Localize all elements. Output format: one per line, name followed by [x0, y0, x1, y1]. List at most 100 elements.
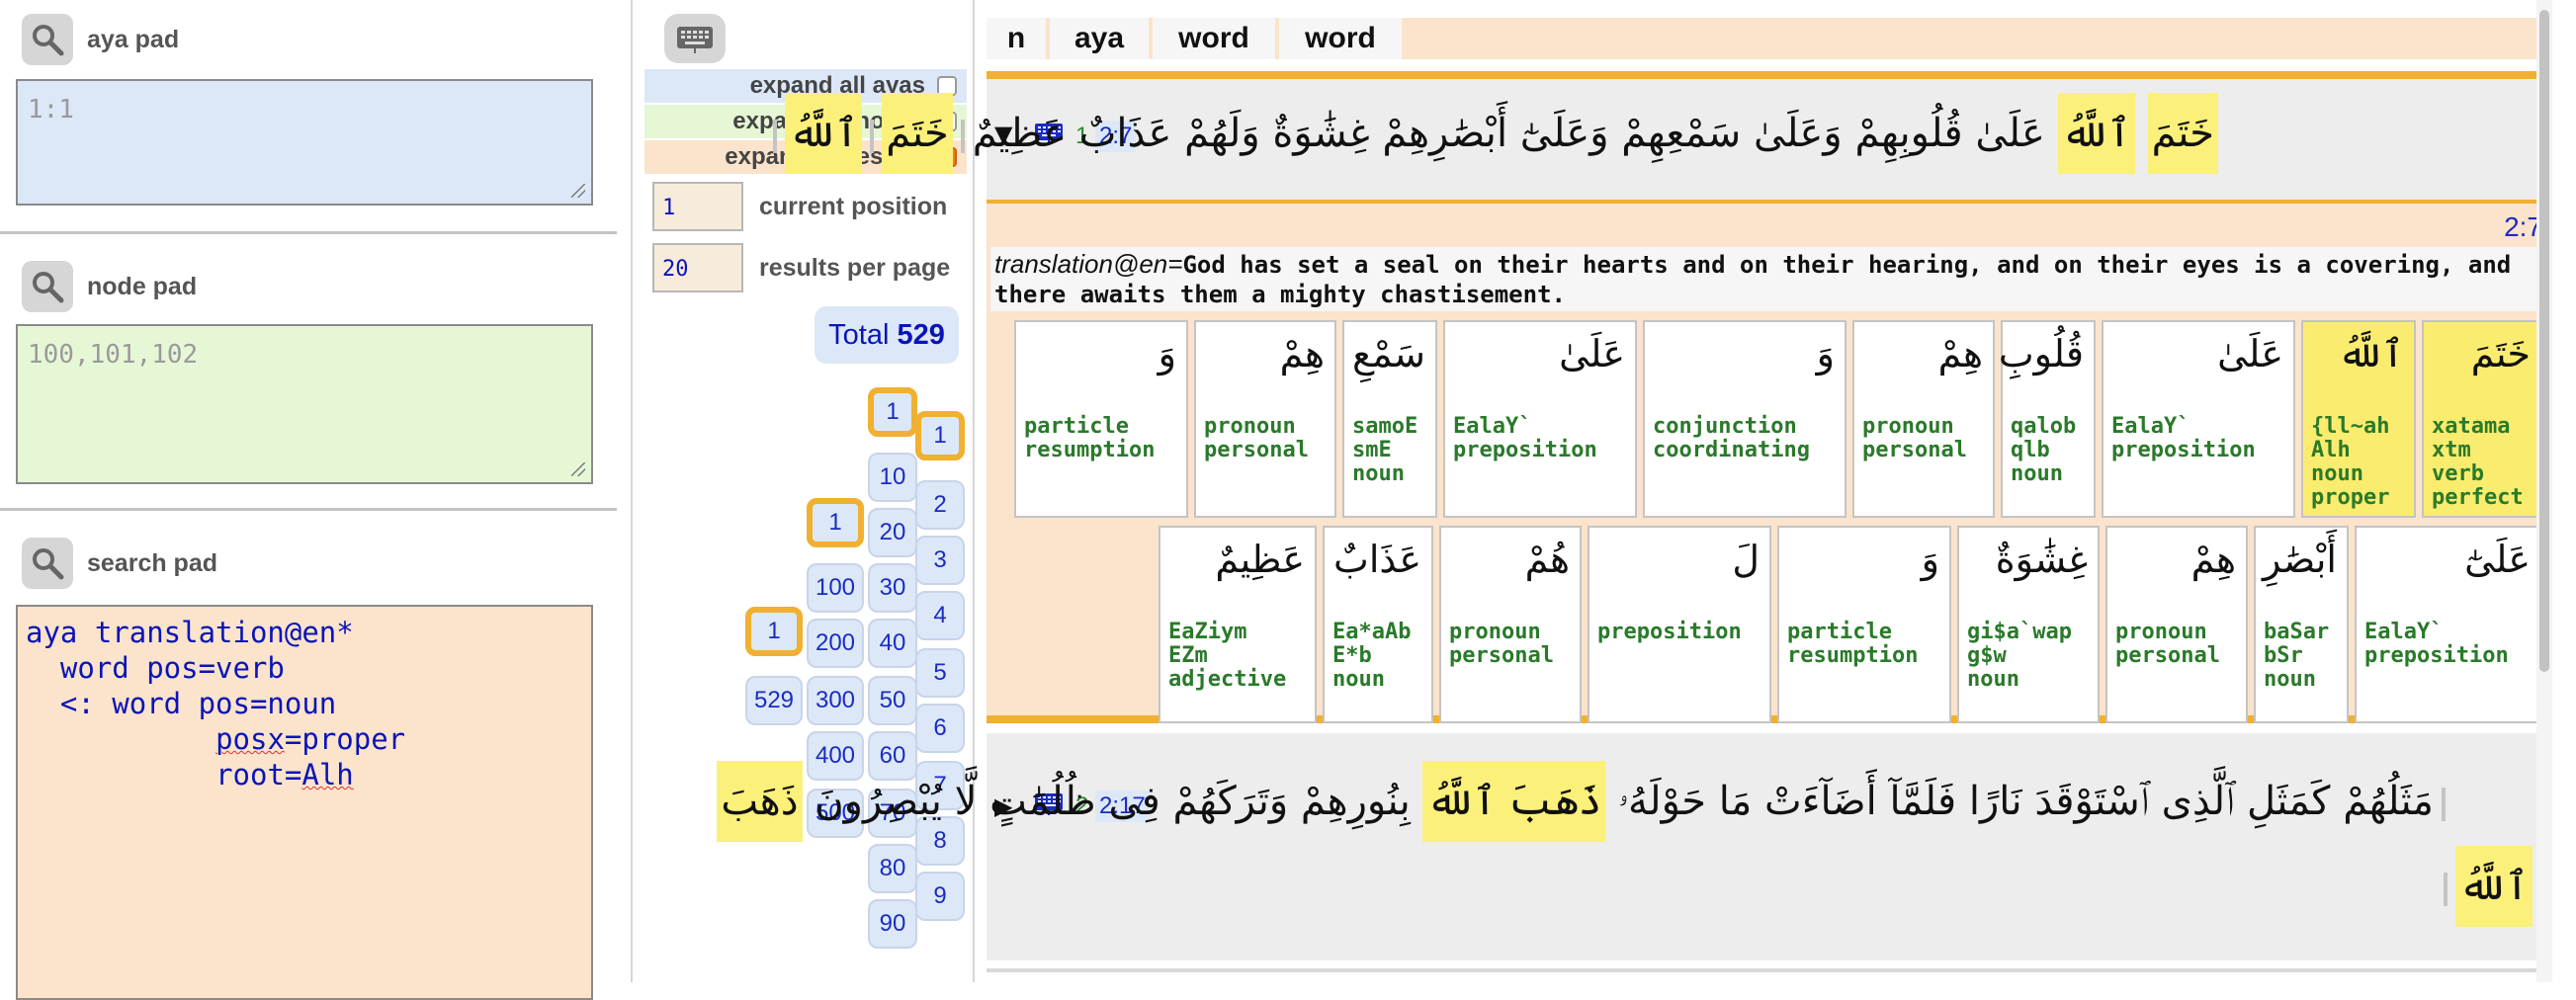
word-arabic: أَبْصَٰرِ [2262, 538, 2337, 581]
aya-row[interactable]: ▼ 1 2:7 خَتَمَ ٱللَّهُ عَلَىٰ قُلُوبِهِم… [772, 79, 2542, 204]
page-button[interactable]: 30 [868, 563, 917, 613]
matched-word: ٱللَّهُ [2454, 846, 2533, 927]
word-info: qalob qlb noun [2011, 414, 2077, 486]
page-button[interactable]: 60 [868, 731, 917, 781]
word-cell[interactable]: لَ preposition [1588, 526, 1771, 723]
word-cell[interactable]: قُلُوبِ qalob qlb noun [1998, 320, 2096, 518]
query-token-root-value: Alh [301, 758, 354, 792]
page-button[interactable]: 90 [868, 899, 917, 949]
column-header-n: n [987, 18, 1046, 59]
word-cell[interactable]: عَظِيمٌ EaZiym EZm adjective [1159, 526, 1317, 723]
word-arabic: خَتَمَ [2470, 332, 2531, 375]
page-button[interactable]: 100 [807, 563, 864, 613]
word-cell[interactable]: سَمْعِ samoE smE noun [1342, 320, 1437, 518]
word-info: Ea*aAb E*b noun [1332, 620, 1412, 692]
translation-text: God has set a seal on their hearts and o… [994, 251, 2512, 308]
word-arabic: عَظِيمٌ [1215, 538, 1305, 581]
divider [0, 231, 617, 234]
word-cell[interactable]: خَتَمَ xatama xtm verb perfect [2422, 320, 2542, 518]
node-pad-title: node pad [87, 272, 198, 300]
translation-key: translation@en= [994, 249, 1183, 279]
aya-end-bar [960, 120, 965, 153]
search-pad-input[interactable]: aya translation@en* word pos=verb <: wor… [16, 605, 593, 1000]
current-position-input[interactable]: 1 [652, 182, 743, 231]
aya-pad-placeholder: 1:1 [28, 95, 74, 125]
word-info: pronoun personal [1204, 414, 1309, 462]
word-cell[interactable]: عَلَىٰٓ EalaY` preposition [2355, 526, 2542, 723]
word-cell[interactable]: أَبْصَٰرِ baSar bSr noun [2254, 526, 2349, 723]
page-button[interactable]: 3 [915, 536, 965, 585]
page-button[interactable]: 4 [915, 591, 965, 640]
left-panel: aya pad 1:1 node pad 100,101,102 search … [0, 0, 617, 1000]
word-row: خَتَمَ xatama xtm verb perfect ٱللَّهُ {ll… [1014, 320, 2542, 518]
resize-handle[interactable] [571, 184, 585, 198]
results-per-page-input[interactable]: 20 [652, 243, 743, 292]
page-button[interactable]: 1 [915, 411, 965, 460]
word-cell[interactable]: غِشَٰوَةٌ gi$a`wap g$w noun [1957, 526, 2100, 723]
word-info: gi$a`wap g$w noun [1967, 620, 2072, 692]
word-cell[interactable]: وَ particle resumption [1014, 320, 1188, 518]
search-icon[interactable] [22, 14, 73, 65]
word-info: EalaY` preposition [2111, 414, 2256, 462]
word-info: samoE smE noun [1352, 414, 1418, 486]
total-label: Total [828, 318, 890, 351]
word-cell[interactable]: هُمْ pronoun personal [1439, 526, 1582, 723]
word-arabic: هُمْ [1524, 538, 1570, 581]
page-button[interactable]: 300 [807, 676, 864, 725]
page-button[interactable]: 529 [745, 676, 803, 725]
node-pad-input[interactable]: 100,101,102 [16, 324, 593, 484]
search-icon[interactable] [22, 261, 73, 312]
page-button[interactable]: 2 [915, 480, 965, 530]
aya-text-rest: عَلَىٰ قُلُوبِهِمْ وَعَلَىٰ سَمْعِهِمْ و… [972, 111, 2045, 156]
word-cell[interactable]: عَلَىٰ EalaY` preposition [2102, 320, 2295, 518]
word-cell[interactable]: عَلَىٰ EalaY` preposition [1443, 320, 1637, 518]
search-icon[interactable] [22, 538, 73, 589]
match-column-word: خَتَمَ [882, 93, 953, 174]
page-button[interactable]: 1 [807, 498, 864, 547]
node-pad: node pad 100,101,102 [0, 237, 617, 510]
aya-text: مَثَلُهُمْ كَمَثَلِ ٱلَّذِى ٱسْتَوْقَدَ … [717, 761, 2453, 842]
word-cell[interactable]: هِمْ pronoun personal [1194, 320, 1336, 518]
word-arabic: عَذَابٌ [1333, 538, 1421, 581]
word-info: preposition [1597, 620, 1742, 644]
word-arabic: عَلَىٰٓ [2464, 538, 2531, 581]
word-cell[interactable]: ٱللَّهُ {ll~ah Alh noun proper [2301, 320, 2416, 518]
page-button[interactable]: 6 [915, 704, 965, 753]
result-item: ▼ 1 2:7 خَتَمَ ٱللَّهُ عَلَىٰ قُلُوبِهِم… [772, 71, 2542, 723]
keyboard-icon[interactable] [664, 14, 726, 63]
word-arabic: ٱللَّهُ [2338, 332, 2404, 375]
word-info: pronoun personal [1449, 620, 1554, 668]
resize-handle[interactable] [571, 462, 585, 476]
word-info: particle resumption [1787, 620, 1919, 668]
aya-pad-input[interactable]: 1:1 [16, 79, 593, 206]
results-per-page-label: results per page [759, 253, 951, 282]
word-cell[interactable]: وَ conjunction coordinating [1643, 320, 1846, 518]
scrollbar[interactable] [2536, 0, 2552, 982]
query-token-root: root= [215, 758, 302, 792]
page-button[interactable]: 40 [868, 619, 917, 668]
word-cell[interactable]: وَ particle resumption [1777, 526, 1951, 723]
page-button[interactable]: 1 [745, 607, 803, 656]
word-arabic: قُلُوبِ [1998, 332, 2084, 375]
page-button[interactable]: 10 [868, 453, 917, 502]
page-button[interactable]: 5 [915, 648, 965, 698]
word-cell[interactable]: عَذَابٌ Ea*aAb E*b noun [1323, 526, 1433, 723]
page-button[interactable]: 1 [868, 387, 917, 437]
word-cell[interactable]: هِمْ pronoun personal [2105, 526, 2248, 723]
result-item[interactable]: ▶ 2 2:17 مَثَلُهُمْ كَمَثَلِ ٱلَّذِى ٱسْ… [717, 733, 2542, 960]
word-info: xatama xtm verb perfect [2432, 414, 2524, 510]
word-info: particle resumption [1024, 414, 1156, 462]
page-button[interactable]: 400 [807, 731, 864, 781]
page-button[interactable]: 20 [868, 508, 917, 557]
page-button[interactable]: 9 [915, 872, 965, 921]
match-column-word: ٱللَّهُ [784, 93, 863, 174]
word-info: pronoun personal [1862, 414, 1967, 462]
page-button[interactable]: 50 [868, 676, 917, 725]
word-info: {ll~ah Alh noun proper [2311, 414, 2390, 510]
word-arabic: لَ [1732, 538, 1760, 581]
word-info: conjunction coordinating [1653, 414, 1810, 462]
page-button[interactable]: 80 [868, 844, 917, 893]
page-button[interactable]: 200 [807, 619, 864, 668]
word-cell[interactable]: هِمْ pronoun personal [1852, 320, 1995, 518]
scrollbar-thumb[interactable] [2539, 10, 2549, 672]
